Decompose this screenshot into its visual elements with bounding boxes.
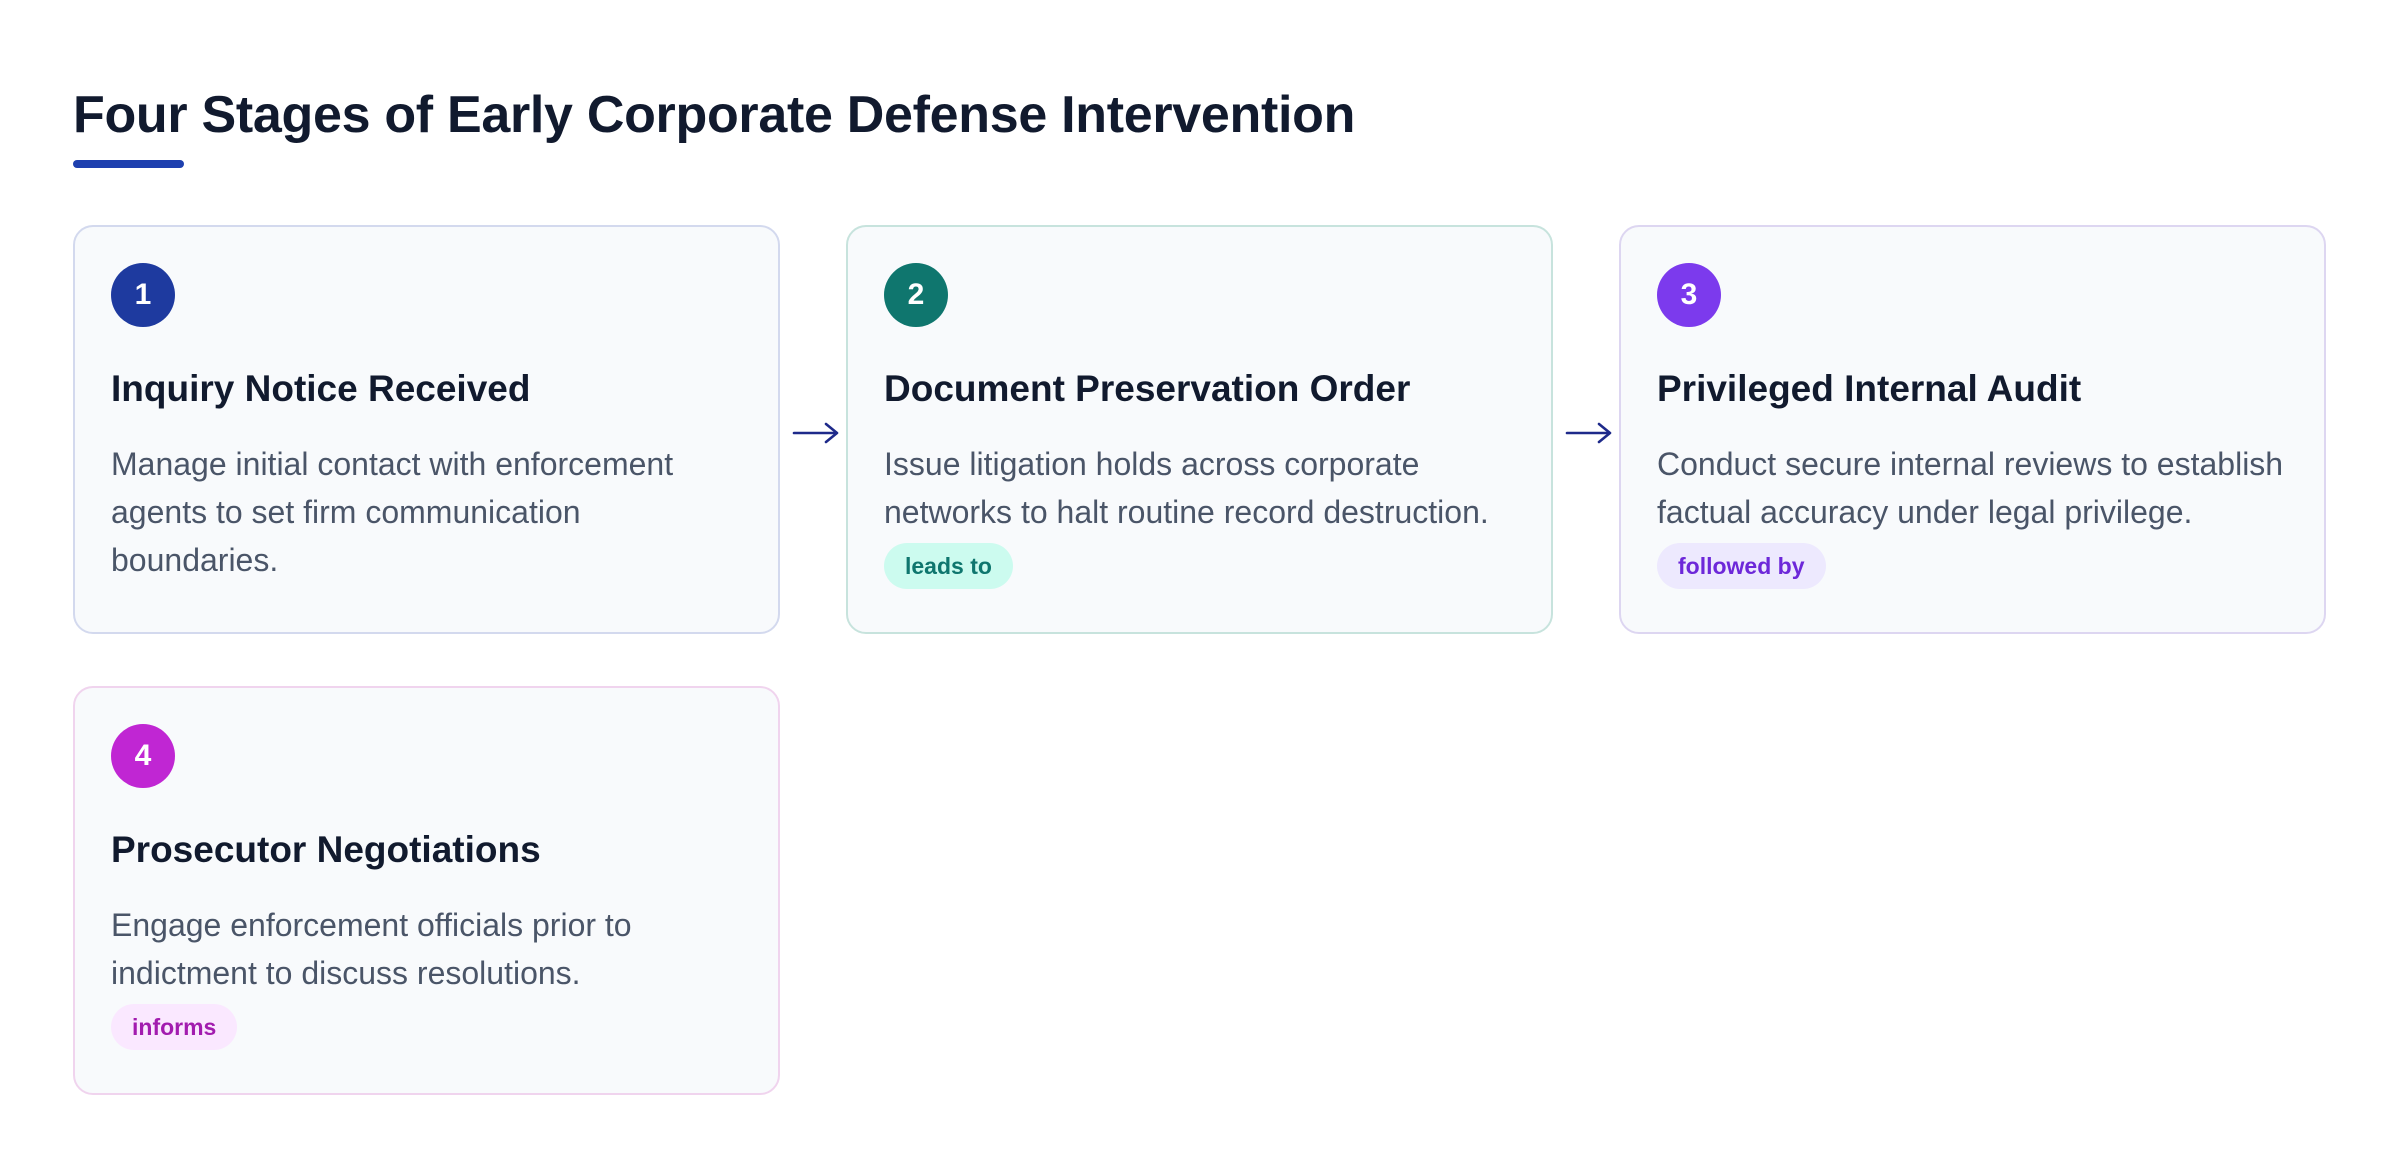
stage-title: Inquiry Notice Received <box>111 368 531 409</box>
relation-tag: leads to <box>884 543 1013 589</box>
step-number-badge: 2 <box>884 263 948 327</box>
stage-card-1: 1 Inquiry Notice Received Manage initial… <box>73 225 780 634</box>
stage-card-3: 3 Privileged Internal Audit Conduct secu… <box>1619 225 2326 634</box>
stage-description: Conduct secure internal reviews to estab… <box>1657 446 2284 530</box>
stage-description: Manage initial contact with enforcement … <box>111 446 674 578</box>
stage-title: Privileged Internal Audit <box>1657 368 2082 409</box>
stage-card-2: 2 Document Preservation Order Issue liti… <box>846 225 1553 634</box>
stage-title: Document Preservation Order <box>884 368 1411 409</box>
arrow-right-icon <box>1565 422 1612 444</box>
step-number-badge: 4 <box>111 724 175 788</box>
stage-description: Issue litigation holds across corporate … <box>884 446 1489 530</box>
step-number-badge: 3 <box>1657 263 1721 327</box>
arrow-right-icon <box>792 422 839 444</box>
relation-tag: informs <box>111 1004 238 1050</box>
step-number-badge: 1 <box>111 263 175 327</box>
stage-description: Engage enforcement officials prior to in… <box>111 907 632 991</box>
stage-card-4: 4 Prosecutor Negotiations Engage enforce… <box>73 686 780 1095</box>
relation-tag: followed by <box>1657 543 1826 589</box>
page-title: Four Stages of Early Corporate Defense I… <box>73 86 1356 144</box>
title-underline <box>73 160 184 168</box>
stage-title: Prosecutor Negotiations <box>111 829 541 870</box>
